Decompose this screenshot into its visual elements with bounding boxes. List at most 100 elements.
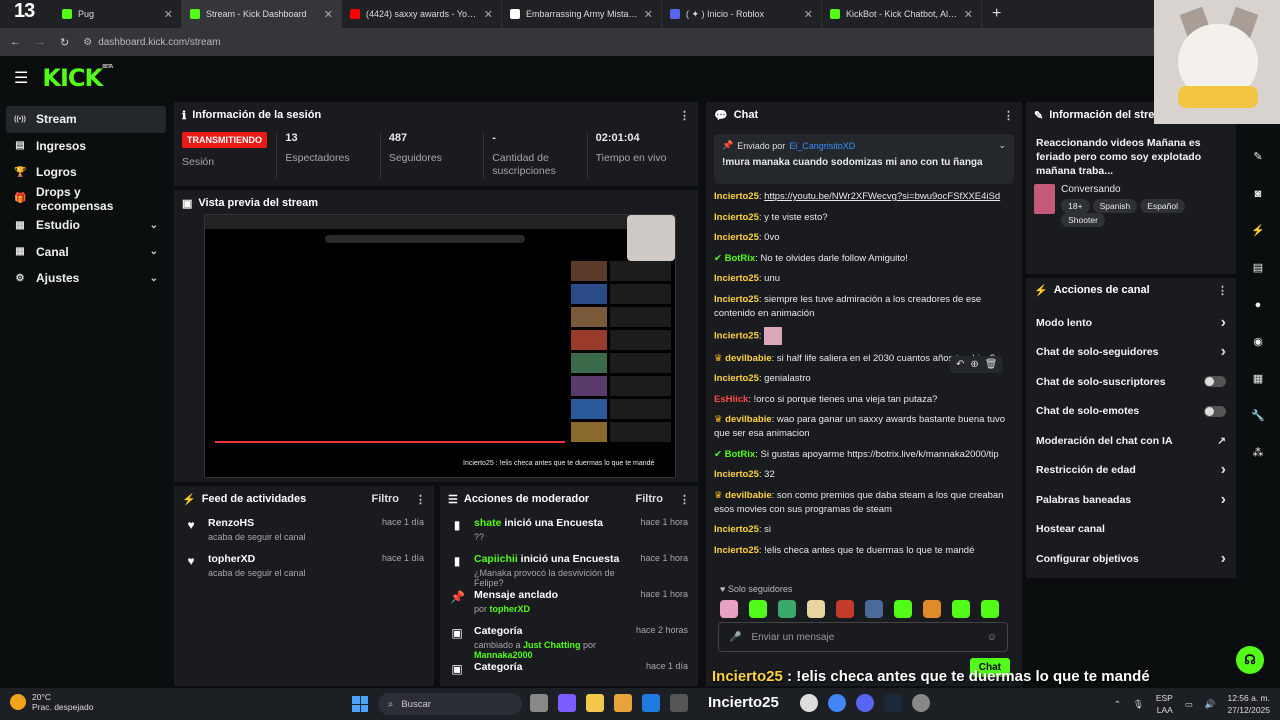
- chat-username[interactable]: BotRix: [725, 449, 756, 460]
- lightning-icon[interactable]: ⚡: [1242, 212, 1274, 249]
- chat-username[interactable]: Incierto25: [714, 524, 759, 535]
- mod-user[interactable]: Capiichii: [474, 553, 518, 565]
- tray-chevron-icon[interactable]: ⌃: [1114, 699, 1121, 710]
- emote-icon[interactable]: [981, 600, 999, 618]
- pinned-chevron-icon[interactable]: ⌄: [998, 140, 1006, 151]
- chat-message[interactable]: Incierto25: genialastro: [714, 372, 1014, 386]
- obs-icon[interactable]: [912, 694, 930, 712]
- reload-icon[interactable]: ↻: [60, 36, 69, 49]
- chat-text[interactable]: https://youtu.be/NWr2XFWecvg?si=bwu9ocFS…: [764, 191, 1000, 202]
- chat-message[interactable]: Incierto25: siempre les tuve admiración …: [714, 293, 1014, 321]
- chrome-icon[interactable]: [828, 694, 846, 712]
- hamburger-menu-icon[interactable]: ☰: [14, 68, 28, 88]
- stream-tag[interactable]: Español: [1140, 199, 1185, 213]
- kick-logo[interactable]: KICKBETA: [42, 64, 113, 92]
- chat-username[interactable]: Incierto25: [714, 191, 759, 202]
- chat-message[interactable]: Incierto25: si: [714, 523, 1014, 537]
- pencil-icon[interactable]: ✎: [1242, 138, 1274, 175]
- mod-filter-button[interactable]: Filtro: [636, 493, 664, 505]
- channel-action-item[interactable]: Chat de solo-seguidores ›: [1026, 338, 1236, 368]
- copilot-icon[interactable]: [558, 694, 576, 712]
- channel-action-item[interactable]: Hostear canal: [1026, 515, 1236, 545]
- sidebar-item-4[interactable]: ▦ Estudio ⌄: [6, 212, 166, 239]
- chat-username[interactable]: Incierto25: [714, 545, 759, 556]
- emote-icon[interactable]: [778, 600, 796, 618]
- clock[interactable]: 12:56 a. m. 27/12/2025: [1227, 692, 1270, 716]
- browser-tab[interactable]: Embarrassing Army Mistakes in ✕: [502, 0, 662, 28]
- chat-message[interactable]: ✔ BotRix: Si gustas apoyarme https://bot…: [714, 448, 1014, 462]
- outlook-icon[interactable]: [642, 694, 660, 712]
- chat-username[interactable]: BotRix: [725, 253, 756, 264]
- sidebar-item-5[interactable]: ▦ Canal ⌄: [6, 239, 166, 266]
- browser-tab[interactable]: KickBot - Kick Chatbot, Alerts, T ✕: [822, 0, 982, 28]
- channel-action-item[interactable]: Configurar objetivos ›: [1026, 544, 1236, 574]
- close-icon[interactable]: ✕: [964, 8, 973, 21]
- channel-action-item[interactable]: Chat de solo-emotes: [1026, 397, 1236, 427]
- language-indicator[interactable]: ESP LAA: [1156, 692, 1173, 716]
- explorer-icon[interactable]: [586, 694, 604, 712]
- support-chat-button[interactable]: ☊: [1236, 646, 1264, 674]
- emoji-icon[interactable]: ☺: [987, 632, 997, 643]
- back-icon[interactable]: ←: [10, 36, 21, 48]
- session-menu-icon[interactable]: ⋮: [679, 109, 690, 122]
- mod-desc-user2[interactable]: Mannaka2000: [474, 650, 533, 660]
- new-tab-icon[interactable]: +: [982, 5, 1011, 23]
- chat-username[interactable]: Incierto25: [714, 469, 759, 480]
- volume-icon[interactable]: 🔊: [1205, 699, 1216, 710]
- taskview-icon[interactable]: [530, 694, 548, 712]
- reply-icon[interactable]: ↶: [956, 359, 964, 370]
- forward-icon[interactable]: →: [35, 36, 46, 48]
- mod-desc-user[interactable]: topherXD: [490, 604, 531, 614]
- chat-message[interactable]: Incierto25:: [714, 327, 1014, 345]
- close-icon[interactable]: ✕: [484, 8, 493, 21]
- mod-menu-icon[interactable]: ⋮: [679, 493, 690, 506]
- close-icon[interactable]: ✕: [804, 8, 813, 21]
- site-info-icon[interactable]: ⚙: [83, 37, 92, 48]
- emote-icon[interactable]: [836, 600, 854, 618]
- stream-preview-video[interactable]: Incierto25 : !elis checa antes que te du…: [204, 214, 676, 478]
- chat-username[interactable]: Incierto25: [714, 373, 759, 384]
- chat-message[interactable]: Incierto25: https://youtu.be/NWr2XFWecvg…: [714, 190, 1014, 204]
- chat-message[interactable]: Incierto25: 0vo: [714, 231, 1014, 245]
- toggle-switch[interactable]: [1204, 405, 1226, 417]
- mod-desc-user[interactable]: Just Chatting: [523, 640, 581, 650]
- browser-tab[interactable]: Stream - Kick Dashboard ✕: [182, 0, 342, 28]
- store-icon[interactable]: [614, 694, 632, 712]
- chat-message[interactable]: ✔ BotRix: No te olvides darle follow Ami…: [714, 252, 1014, 266]
- channel-action-item[interactable]: Chat de solo-suscriptores: [1026, 367, 1236, 397]
- sidebar-item-1[interactable]: ▤ Ingresos: [6, 133, 166, 160]
- toggle-switch[interactable]: [1204, 376, 1226, 388]
- delete-icon[interactable]: 🗑: [985, 359, 998, 370]
- chat-username[interactable]: devilbabie: [725, 490, 771, 501]
- chat-message[interactable]: Incierto25: 32: [714, 468, 1014, 482]
- emote-icon[interactable]: [865, 600, 883, 618]
- sidebar-item-0[interactable]: ((•)) Stream: [6, 106, 166, 133]
- activity-user[interactable]: topherXD: [208, 553, 372, 565]
- channel-action-item[interactable]: Modo lento ›: [1026, 308, 1236, 338]
- channel-action-item[interactable]: Moderación del chat con IA ↗: [1026, 426, 1236, 456]
- emote-icon[interactable]: [894, 600, 912, 618]
- layout-icon[interactable]: ▦: [1242, 360, 1274, 397]
- chat-message[interactable]: Incierto25: !elis checa antes que te due…: [714, 544, 1014, 558]
- document-icon[interactable]: ▤: [1242, 249, 1274, 286]
- mic-icon[interactable]: 🎤: [729, 632, 741, 643]
- sidebar-item-2[interactable]: 🏆 Logros: [6, 159, 166, 186]
- activity-menu-icon[interactable]: ⋮: [415, 493, 426, 506]
- sidebar-item-6[interactable]: ⚙ Ajustes ⌄: [6, 265, 166, 292]
- broadcast-icon[interactable]: ◉: [1242, 323, 1274, 360]
- windows-start-icon[interactable]: [352, 696, 368, 712]
- chat-message[interactable]: Incierto25: y te viste esto?: [714, 211, 1014, 225]
- channel-action-item[interactable]: Restricción de edad ›: [1026, 456, 1236, 486]
- chat-message[interactable]: Incierto25: unu: [714, 272, 1014, 286]
- emote-icon[interactable]: [923, 600, 941, 618]
- activity-filter-button[interactable]: Filtro: [372, 493, 400, 505]
- chat-username[interactable]: Incierto25: [714, 331, 759, 342]
- chat-username[interactable]: Incierto25: [714, 294, 759, 305]
- chat-message[interactable]: ♛ devilbabie: wao para ganar un saxxy aw…: [714, 413, 1014, 441]
- sidebar-item-3[interactable]: 🎁 Drops y recompensas: [6, 185, 166, 213]
- chat-username[interactable]: Incierto25: [714, 232, 759, 243]
- url-field[interactable]: ⚙ dashboard.kick.com/stream: [83, 37, 1246, 48]
- channel-actions-menu-icon[interactable]: ⋮: [1217, 284, 1228, 297]
- discord-icon[interactable]: [856, 694, 874, 712]
- channel-action-item[interactable]: Palabras baneadas ›: [1026, 485, 1236, 515]
